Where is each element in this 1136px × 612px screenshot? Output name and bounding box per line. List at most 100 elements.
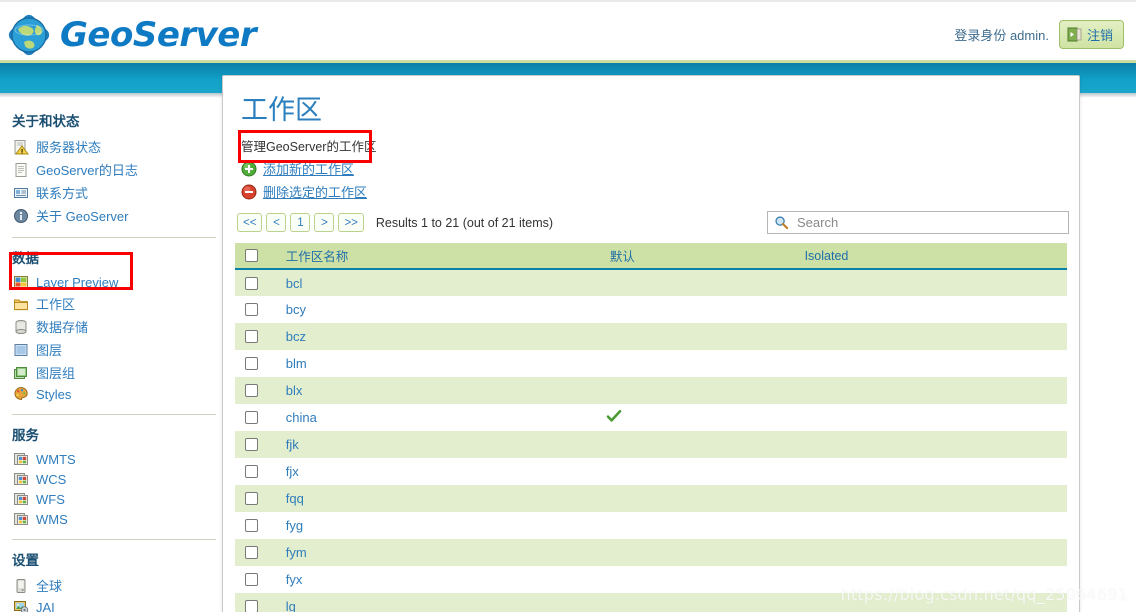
sidebar-item-联系方式[interactable]: 联系方式 <box>10 181 228 204</box>
table-row[interactable]: fjx <box>235 458 1067 485</box>
column-header-name[interactable]: 工作区名称 <box>267 243 606 270</box>
select-all-checkbox[interactable] <box>245 249 258 262</box>
workspace-name-link[interactable]: bcl <box>286 276 303 291</box>
table-row[interactable]: china <box>235 404 1067 431</box>
workspace-name-link[interactable]: fjx <box>286 464 299 479</box>
table-row[interactable]: fyx <box>235 566 1067 593</box>
sidebar-item-图层组[interactable]: 图层组 <box>10 361 228 384</box>
workspace-name-link[interactable]: bcy <box>286 302 306 317</box>
pager-first-button[interactable]: << <box>237 213 263 232</box>
sidebar-item-图层[interactable]: 图层 <box>10 338 228 361</box>
sidebar-item-wcs[interactable]: WCS <box>10 469 228 489</box>
workspace-name-link[interactable]: fjk <box>286 437 299 452</box>
logout-button[interactable]: 注销 <box>1058 20 1124 49</box>
workspace-name-link[interactable]: blm <box>286 356 307 371</box>
row-checkbox[interactable] <box>245 600 258 612</box>
info-icon <box>13 208 29 224</box>
sidebar-item-label: Styles <box>36 386 72 402</box>
workspace-name-link[interactable]: china <box>286 410 317 425</box>
sidebar-item-jai[interactable]: JAI <box>10 597 228 612</box>
add-green-icon <box>241 161 257 177</box>
pager-prev-button[interactable]: < <box>266 213 287 232</box>
sidebar-item-wfs[interactable]: WFS <box>10 489 228 509</box>
sidebar-item-geoserver的日志[interactable]: GeoServer的日志 <box>10 158 228 181</box>
table-row[interactable]: blx <box>235 377 1067 404</box>
sidebar-item-wmts[interactable]: WMTS <box>10 449 228 469</box>
table-row[interactable]: bcy <box>235 296 1067 323</box>
sidebar-item-label: WMTS <box>36 451 76 467</box>
workspace-name-link[interactable]: fqq <box>286 491 304 506</box>
remove-workspace-label: 删除选定的工作区 <box>263 185 368 200</box>
pager-last-button[interactable]: >> <box>338 213 364 232</box>
pager-page-1[interactable]: 1 <box>290 213 311 232</box>
table-row[interactable]: bcz <box>235 323 1067 350</box>
default-cell <box>606 485 801 512</box>
column-header-isolated[interactable]: Isolated <box>800 243 1067 270</box>
table-head: 工作区名称 默认 Isolated <box>235 243 1067 270</box>
sidebar-item-wms[interactable]: WMS <box>10 509 228 529</box>
service-icon <box>13 471 29 487</box>
sidebar-item-label: WMS <box>36 511 68 527</box>
isolated-cell <box>801 539 1067 566</box>
sidebar-section-title: 设置 <box>12 553 39 568</box>
workspace-name-link[interactable]: fyg <box>286 518 303 533</box>
palette-icon <box>13 386 29 402</box>
row-checkbox[interactable] <box>245 519 258 532</box>
row-checkbox[interactable] <box>245 384 258 397</box>
row-select-cell <box>235 512 268 539</box>
row-checkbox[interactable] <box>245 546 258 559</box>
search-input[interactable] <box>795 214 1055 231</box>
workspace-name-link[interactable]: bcz <box>286 329 306 344</box>
row-checkbox[interactable] <box>245 492 258 505</box>
table-toolbar: << < 1 > >> Results 1 to 21 (out of 21 i… <box>237 211 1079 235</box>
logo[interactable]: GeoServer <box>6 12 257 58</box>
workspace-name-cell: bcl <box>268 269 606 296</box>
table-row[interactable]: fjk <box>235 431 1067 458</box>
row-checkbox[interactable] <box>245 465 258 478</box>
workspace-name-link[interactable]: fyx <box>286 572 303 587</box>
default-cell <box>606 539 801 566</box>
row-checkbox[interactable] <box>245 438 258 451</box>
sidebar-item-工作区[interactable]: 工作区 <box>10 292 228 315</box>
row-select-cell <box>235 323 268 350</box>
table-row[interactable]: lg <box>235 593 1067 612</box>
isolated-cell <box>801 512 1067 539</box>
add-workspace-link[interactable]: 添加新的工作区 <box>241 159 354 178</box>
workspace-name-link[interactable]: fym <box>286 545 307 560</box>
table-row[interactable]: blm <box>235 350 1067 377</box>
sidebar-item-关于-geoserver[interactable]: 关于 GeoServer <box>10 204 228 227</box>
image-settings-icon <box>13 599 29 612</box>
search-box[interactable] <box>767 211 1069 234</box>
workspace-name-cell: bcy <box>268 296 606 323</box>
sidebar-item-label: 服务器状态 <box>36 140 102 155</box>
sidebar-item-服务器状态[interactable]: 服务器状态 <box>10 135 228 158</box>
isolated-cell <box>801 269 1067 296</box>
table-row[interactable]: fyg <box>235 512 1067 539</box>
column-header-default[interactable]: 默认 <box>605 243 801 270</box>
table-row[interactable]: fym <box>235 539 1067 566</box>
sidebar-item-styles[interactable]: Styles <box>10 384 228 404</box>
workspace-name-cell: fjk <box>268 431 606 458</box>
default-cell <box>606 404 801 431</box>
row-checkbox[interactable] <box>245 357 258 370</box>
workspace-name-cell: fqq <box>268 485 606 512</box>
row-checkbox[interactable] <box>245 330 258 343</box>
contact-card-icon <box>13 185 29 201</box>
pager-next-button[interactable]: > <box>314 213 335 232</box>
row-checkbox[interactable] <box>245 573 258 586</box>
row-checkbox[interactable] <box>245 411 258 424</box>
workspace-name-link[interactable]: lg <box>286 599 296 612</box>
table-row[interactable]: bcl <box>235 269 1067 296</box>
table-row[interactable]: fqq <box>235 485 1067 512</box>
row-checkbox[interactable] <box>245 276 258 290</box>
workspace-name-cell: bcz <box>268 323 606 350</box>
remove-workspace-link[interactable]: 删除选定的工作区 <box>241 182 367 201</box>
sidebar-item-数据存储[interactable]: 数据存储 <box>10 315 228 338</box>
workspace-name-link[interactable]: blx <box>286 383 303 398</box>
sidebar-item-全球[interactable]: 全球 <box>10 574 228 597</box>
sidebar-item-label: 关于 GeoServer <box>36 209 129 224</box>
sidebar-item-layer-preview[interactable]: Layer Preview <box>10 272 228 292</box>
layer-group-icon <box>13 365 29 381</box>
row-checkbox[interactable] <box>245 303 258 316</box>
isolated-cell <box>801 377 1067 404</box>
